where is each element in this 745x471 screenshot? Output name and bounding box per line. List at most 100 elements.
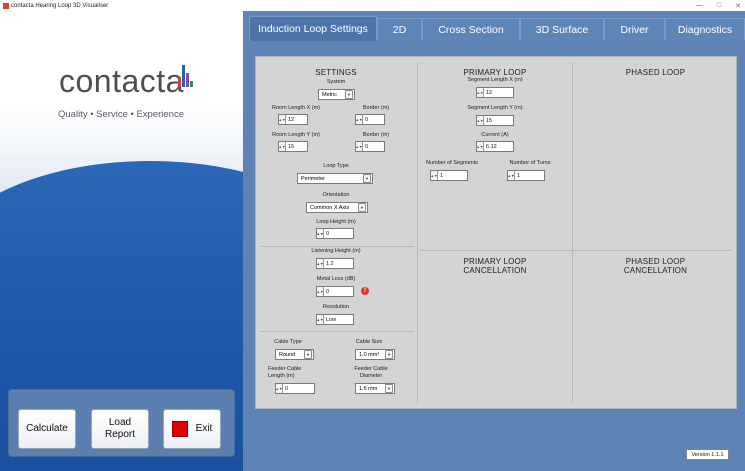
primary-loop-title: PRIMARY LOOP xyxy=(463,68,527,77)
spin-arrows-icon[interactable]: ▲▼ xyxy=(356,115,363,124)
calculate-button[interactable]: Calculate xyxy=(18,409,76,449)
segment-y-label: Segment Length Y (m) xyxy=(467,105,523,111)
segment-y-value: 15 xyxy=(486,117,493,124)
segment-x-label: Segment Length X (m) xyxy=(467,77,523,83)
chevron-down-icon: ▼ xyxy=(385,350,393,359)
metal-loss-value: 0 xyxy=(326,288,330,295)
cable-type-value: Round xyxy=(279,351,296,358)
system-value: Metric xyxy=(322,91,337,98)
exit-label: Exit xyxy=(195,423,213,434)
system-label: System xyxy=(326,79,346,85)
listening-height-stepper[interactable]: ▲▼ 1.2 xyxy=(316,258,354,269)
main-panel: Induction Loop Settings 2D Cross Section… xyxy=(243,11,745,471)
metal-loss-stepper[interactable]: ▲▼ 0 xyxy=(316,286,354,297)
loop-height-stepper[interactable]: ▲▼ 0 xyxy=(316,228,354,239)
spin-arrows-icon[interactable]: ▲▼ xyxy=(276,384,283,393)
orientation-label: Orientation xyxy=(322,192,350,198)
border2-value: 0 xyxy=(365,143,369,150)
spin-arrows-icon[interactable]: ▲▼ xyxy=(356,142,363,151)
num-segments-stepper[interactable]: ▲▼ 1 xyxy=(430,170,468,181)
segment-y-stepper[interactable]: ▲▼ 15 xyxy=(476,115,514,126)
load-report-button[interactable]: Load Report xyxy=(91,409,149,449)
border1-label: Border (m) xyxy=(362,105,390,111)
num-segments-value: 1 xyxy=(440,172,444,179)
resolution-label: Resolution xyxy=(323,304,349,310)
brand-logo: contacta xyxy=(59,63,184,99)
current-stepper[interactable]: ▲▼ 6.12 xyxy=(476,141,514,152)
orientation-value: Common X Axis xyxy=(310,204,350,211)
spin-arrows-icon[interactable]: ▲▼ xyxy=(508,171,515,180)
border2-label: Border (m) xyxy=(362,132,390,138)
chevron-down-icon: ▼ xyxy=(345,90,353,99)
exit-button[interactable]: Exit xyxy=(163,409,221,449)
listening-height-value: 1.2 xyxy=(326,260,334,267)
stop-icon xyxy=(171,421,188,437)
settings-title: SETTINGS xyxy=(315,68,357,77)
maximize-button[interactable]: □ xyxy=(717,2,721,9)
cable-size-label: Cable Size xyxy=(355,339,383,345)
spin-arrows-icon[interactable]: ▲▼ xyxy=(431,171,438,180)
app-icon xyxy=(3,2,9,9)
tab-cross-section[interactable]: Cross Section xyxy=(422,18,520,40)
minimize-button[interactable]: — xyxy=(696,2,703,9)
settings-content-area: SETTINGS System Metric ▼ Room Length X (m… xyxy=(255,56,737,409)
cable-type-label: Cable Type xyxy=(274,339,302,345)
current-label: Current (A) xyxy=(481,132,509,138)
num-segments-label: Number of Segments xyxy=(426,160,478,166)
chevron-down-icon: ▼ xyxy=(363,174,371,183)
current-value: 6.12 xyxy=(486,143,497,150)
border2-stepper[interactable]: ▲▼ 0 xyxy=(355,141,385,152)
room-y-value: 15 xyxy=(288,143,295,150)
loop-height-label: Loop Height (m) xyxy=(316,219,356,225)
tab-induction-loop-settings[interactable]: Induction Loop Settings xyxy=(249,16,377,41)
spin-arrows-icon[interactable]: ▲▼ xyxy=(477,116,484,125)
tab-2d[interactable]: 2D xyxy=(377,18,422,40)
spin-arrows-icon[interactable]: ▲▼ xyxy=(317,287,324,296)
border1-stepper[interactable]: ▲▼ 0 xyxy=(355,114,385,125)
cable-size-dropdown[interactable]: 1.0 mm² ▼ xyxy=(355,349,395,360)
loop-type-dropdown[interactable]: Perimeter ▼ xyxy=(297,173,373,184)
chevron-down-icon: ▼ xyxy=(304,350,312,359)
spin-arrows-icon[interactable]: ▲▼ xyxy=(317,229,324,238)
cable-type-dropdown[interactable]: Round ▼ xyxy=(275,349,314,360)
chevron-down-icon: ▼ xyxy=(385,384,393,393)
tab-3d-surface[interactable]: 3D Surface xyxy=(520,18,604,40)
orientation-dropdown[interactable]: Common X Axis ▼ xyxy=(306,202,368,213)
primary-cancellation-title: PRIMARY LOOP CANCELLATION xyxy=(463,257,527,275)
title-bar: contacta Hearing Loop 3D Visualiser — □ … xyxy=(0,0,745,11)
spin-arrows-icon[interactable]: ▲▼ xyxy=(279,115,286,124)
window-title: contacta Hearing Loop 3D Visualiser xyxy=(11,2,109,9)
feeder-diameter-value: 1.5 mm xyxy=(359,385,378,392)
room-y-stepper[interactable]: ▲▼ 15 xyxy=(278,141,308,152)
segment-x-stepper[interactable]: ▲▼ 12 xyxy=(476,87,514,98)
logo-bars-icon xyxy=(178,65,193,87)
feeder-diameter-dropdown[interactable]: 1.5 mm ▼ xyxy=(355,383,395,394)
room-x-value: 12 xyxy=(288,116,295,123)
segment-x-value: 12 xyxy=(486,89,493,96)
close-button[interactable]: ✕ xyxy=(735,2,741,10)
room-y-label: Room Length Y (m) xyxy=(272,132,320,138)
room-x-stepper[interactable]: ▲▼ 12 xyxy=(278,114,308,125)
loop-height-value: 0 xyxy=(326,230,330,237)
spin-arrows-icon[interactable]: ▲▼ xyxy=(279,142,286,151)
spin-arrows-icon[interactable]: ▲▼ xyxy=(317,259,324,268)
system-dropdown[interactable]: Metric ▼ xyxy=(318,89,355,100)
spin-arrows-icon[interactable]: ▲▼ xyxy=(477,88,484,97)
spin-arrows-icon[interactable]: ▲▼ xyxy=(477,142,484,151)
version-label: Version 1.1.1 xyxy=(686,449,729,460)
resolution-value: Low xyxy=(326,316,337,323)
cable-size-value: 1.0 mm² xyxy=(359,351,380,358)
feeder-length-stepper[interactable]: ▲▼ 0 xyxy=(275,383,315,394)
metal-loss-label: Metal Loss (dB) xyxy=(316,276,356,282)
warning-icon[interactable]: ! xyxy=(361,287,369,295)
tab-driver[interactable]: Driver xyxy=(604,18,665,40)
listening-height-label: Listening Height (m) xyxy=(311,248,361,254)
feeder-length-value: 0 xyxy=(285,385,289,392)
resolution-stepper[interactable]: ▲▼ Low xyxy=(316,314,354,325)
border1-value: 0 xyxy=(365,116,369,123)
feeder-diameter-label: Feeder Cable Diameter xyxy=(354,366,388,379)
num-turns-value: 1 xyxy=(517,172,521,179)
spin-arrows-icon[interactable]: ▲▼ xyxy=(317,315,324,324)
tab-diagnostics[interactable]: Diagnostics xyxy=(665,18,745,40)
num-turns-stepper[interactable]: ▲▼ 1 xyxy=(507,170,545,181)
